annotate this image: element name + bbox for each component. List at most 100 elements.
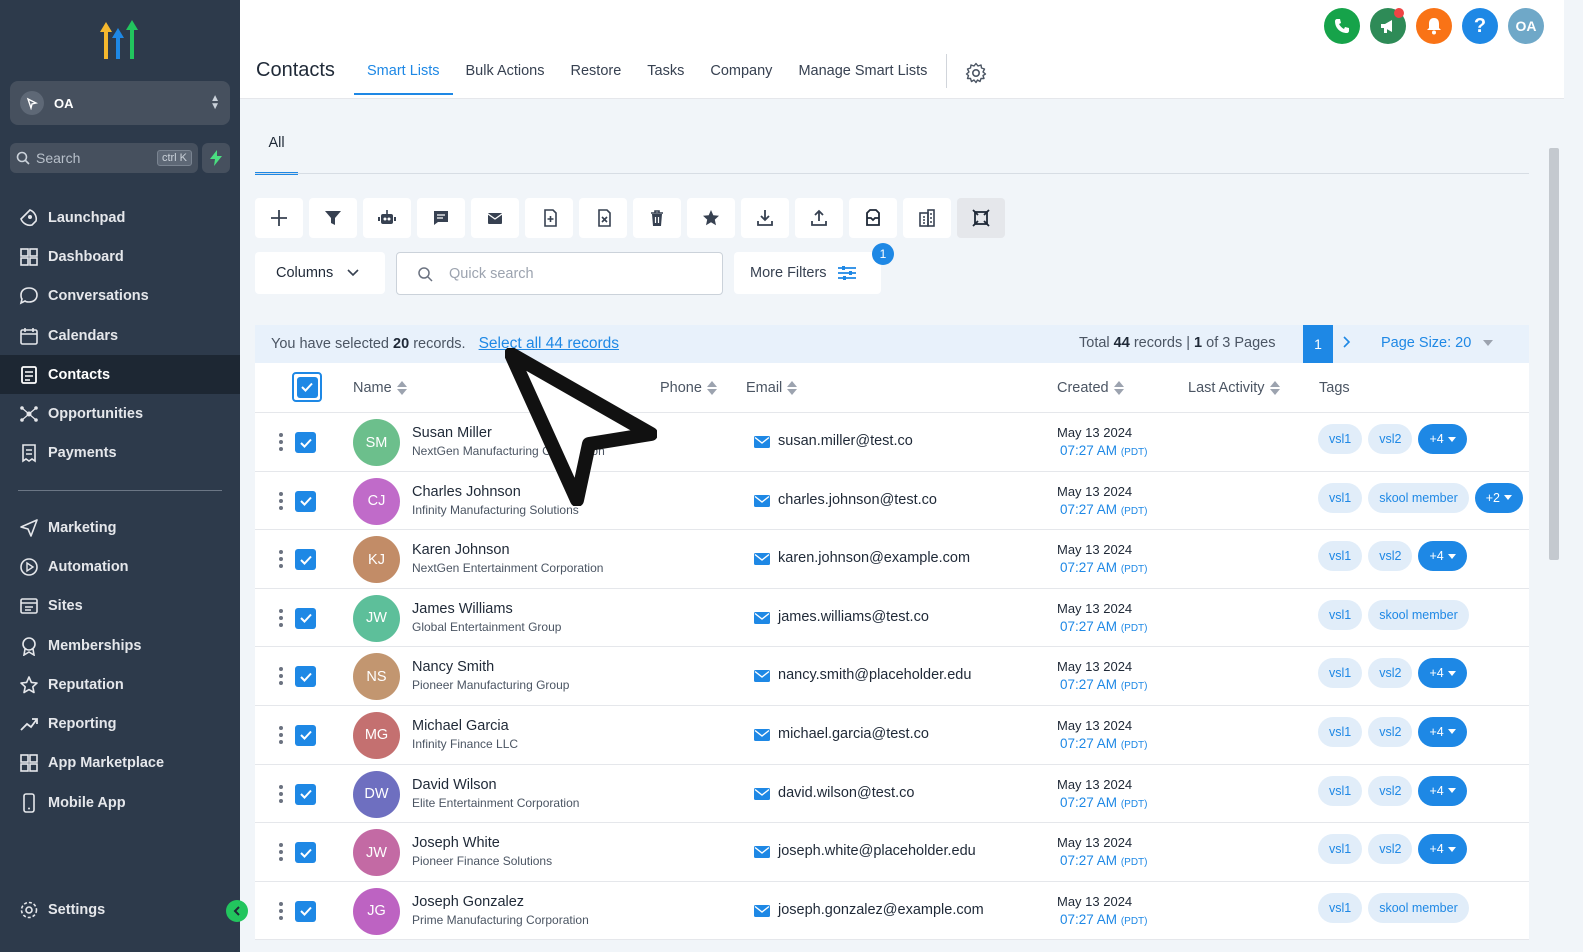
more-tags-button[interactable]: +2	[1474, 482, 1523, 513]
subtab-all[interactable]: All	[255, 123, 298, 175]
contact-email[interactable]: charles.johnson@test.co	[778, 492, 937, 508]
row-menu-icon[interactable]	[279, 784, 283, 803]
sidebar-item-opportunities[interactable]: Opportunities	[0, 394, 240, 433]
tab-manage-smart-lists[interactable]: Manage Smart Lists	[785, 52, 940, 98]
row-menu-icon[interactable]	[279, 843, 283, 862]
contact-name[interactable]: Nancy Smith	[412, 659, 494, 675]
tag-chip[interactable]: vsl1	[1318, 892, 1363, 923]
column-created[interactable]: Created	[1057, 380, 1124, 396]
tab-bulk-actions[interactable]: Bulk Actions	[453, 52, 558, 98]
contact-email[interactable]: michael.garcia@test.co	[778, 726, 929, 742]
contact-email[interactable]: nancy.smith@placeholder.edu	[778, 667, 971, 683]
download-button[interactable]	[741, 198, 789, 238]
row-checkbox[interactable]	[295, 900, 316, 922]
row-checkbox[interactable]	[295, 783, 316, 805]
merge-button[interactable]	[957, 198, 1005, 238]
row-checkbox[interactable]	[295, 432, 316, 453]
message-button[interactable]	[417, 198, 465, 238]
tag-chip[interactable]: skool member	[1368, 892, 1469, 923]
select-all-checkbox[interactable]	[292, 372, 322, 402]
contact-name[interactable]: David Wilson	[412, 777, 497, 793]
sidebar-item-calendars[interactable]: Calendars	[0, 316, 240, 355]
tag-chip[interactable]: vsl1	[1318, 424, 1363, 454]
contact-email[interactable]: susan.miller@test.co	[778, 433, 913, 449]
sidebar-item-reporting[interactable]: Reporting	[0, 704, 240, 743]
tab-restore[interactable]: Restore	[558, 52, 635, 98]
add-button[interactable]	[255, 198, 303, 238]
sidebar-item-launchpad[interactable]: Launchpad	[0, 198, 240, 237]
tag-chip[interactable]: vsl1	[1318, 541, 1363, 572]
robot-button[interactable]	[363, 198, 411, 238]
sidebar-item-automation[interactable]: Automation	[0, 547, 240, 586]
contact-name[interactable]: Joseph Gonzalez	[412, 894, 524, 910]
tag-add-button[interactable]	[525, 198, 573, 238]
more-tags-button[interactable]: +4	[1418, 716, 1467, 747]
sidebar-item-reputation[interactable]: Reputation	[0, 665, 240, 704]
contact-email[interactable]: joseph.gonzalez@example.com	[778, 902, 984, 918]
table-row[interactable]: MG Michael Garcia Infinity Finance LLC mich…	[255, 706, 1529, 765]
star-button[interactable]	[687, 198, 735, 238]
tag-chip[interactable]: vsl2	[1368, 541, 1413, 572]
more-tags-button[interactable]: +4	[1418, 658, 1467, 689]
tag-chip[interactable]: vsl1	[1318, 482, 1363, 513]
sidebar-item-conversations[interactable]: Conversations	[0, 277, 240, 316]
tag-chip[interactable]: vsl2	[1368, 424, 1413, 454]
help-button[interactable]: ?	[1462, 8, 1498, 44]
contact-name[interactable]: Michael Garcia	[412, 718, 509, 734]
contacts-settings-button[interactable]	[965, 48, 987, 98]
row-menu-icon[interactable]	[279, 667, 283, 686]
notifications-button[interactable]	[1416, 8, 1452, 44]
tag-chip[interactable]: vsl1	[1318, 834, 1363, 865]
columns-dropdown[interactable]: Columns	[255, 252, 385, 294]
tag-chip[interactable]: vsl2	[1368, 716, 1413, 747]
tag-chip[interactable]: skool member	[1368, 599, 1469, 630]
table-row[interactable]: CJ Charles Johnson Infinity Manufacturing …	[255, 472, 1529, 531]
tag-chip[interactable]: vsl2	[1368, 658, 1413, 689]
filter-button[interactable]	[309, 198, 357, 238]
tag-chip[interactable]: skool member	[1368, 482, 1469, 513]
column-name[interactable]: Name	[353, 380, 407, 396]
sidebar-item-marketing[interactable]: Marketing	[0, 508, 240, 547]
tag-chip[interactable]: vsl1	[1318, 658, 1363, 689]
quick-search-input[interactable]	[449, 265, 689, 282]
user-avatar[interactable]: OA	[1508, 8, 1544, 44]
contact-email[interactable]: karen.johnson@example.com	[778, 550, 970, 566]
contact-name[interactable]: Susan Miller	[412, 425, 492, 441]
table-row[interactable]: JW Joseph White Pioneer Finance Solutions j…	[255, 823, 1529, 882]
page-size-dropdown[interactable]: Page Size: 20	[1381, 335, 1494, 351]
row-menu-icon[interactable]	[279, 901, 283, 920]
phone-button[interactable]	[1324, 8, 1360, 44]
row-checkbox[interactable]	[295, 666, 316, 688]
contact-name[interactable]: Karen Johnson	[412, 542, 510, 558]
sidebar-item-mobile-app[interactable]: Mobile App	[0, 783, 240, 822]
tag-chip[interactable]: vsl2	[1368, 834, 1413, 865]
sidebar-item-contacts[interactable]: Contacts	[0, 355, 240, 395]
quick-actions-button[interactable]	[202, 143, 230, 173]
tab-smart-lists[interactable]: Smart Lists	[354, 52, 453, 98]
row-checkbox[interactable]	[295, 842, 316, 864]
announcements-button[interactable]	[1370, 8, 1406, 44]
tab-company[interactable]: Company	[697, 52, 785, 98]
tag-remove-button[interactable]	[579, 198, 627, 238]
sidebar-item-memberships[interactable]: Memberships	[0, 626, 240, 665]
table-row[interactable]: SM Susan Miller NextGen Manufacturing Corp…	[255, 413, 1529, 472]
account-switcher[interactable]: OA ▲ ▼	[10, 81, 230, 125]
contact-email[interactable]: joseph.white@placeholder.edu	[778, 843, 976, 859]
row-menu-icon[interactable]	[279, 608, 283, 627]
contact-email[interactable]: david.wilson@test.co	[778, 785, 914, 801]
row-checkbox[interactable]	[295, 549, 316, 571]
trash-button[interactable]	[633, 198, 681, 238]
table-row[interactable]: JW James Williams Global Entertainment Gro…	[255, 589, 1529, 648]
contact-name[interactable]: James Williams	[412, 601, 513, 617]
tag-chip[interactable]: vsl2	[1368, 775, 1413, 806]
contact-name[interactable]: Joseph White	[412, 835, 500, 851]
sidebar-item-payments[interactable]: Payments	[0, 434, 240, 473]
tag-chip[interactable]: vsl1	[1318, 716, 1363, 747]
upload-button[interactable]	[795, 198, 843, 238]
building-button[interactable]	[903, 198, 951, 238]
more-tags-button[interactable]: +4	[1418, 424, 1467, 454]
column-email[interactable]: Email	[746, 380, 798, 396]
tag-chip[interactable]: vsl1	[1318, 599, 1363, 630]
row-menu-icon[interactable]	[279, 725, 283, 744]
table-row[interactable]: DW David Wilson Elite Entertainment Corpor…	[255, 765, 1529, 824]
